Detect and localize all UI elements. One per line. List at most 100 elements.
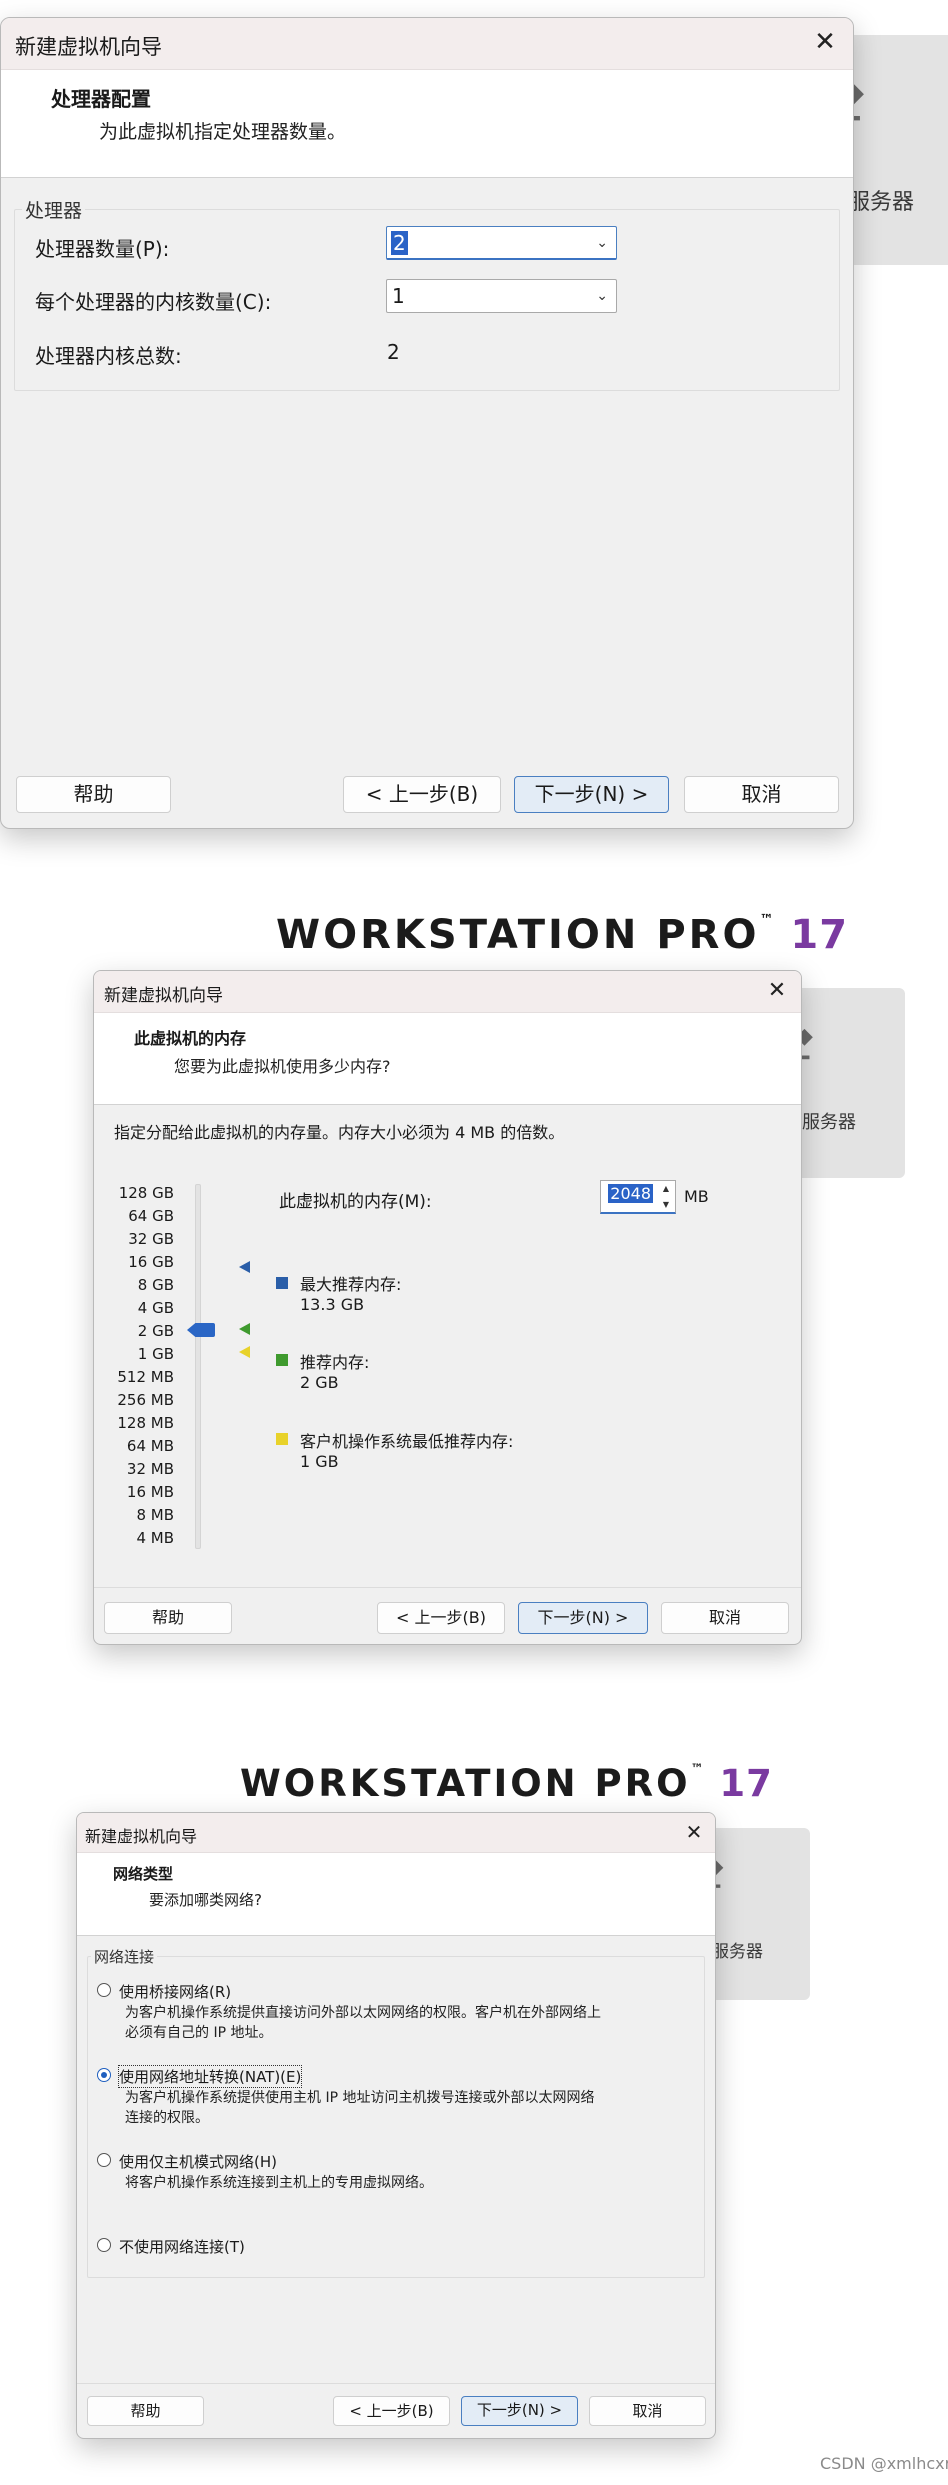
header-area: 网络类型 要添加哪类网络? (77, 1853, 715, 1936)
scale-label: 256 MB (117, 1391, 174, 1409)
min-recommended-marker (239, 1346, 250, 1358)
header-area: 此虚拟机的内存 您要为此虚拟机使用多少内存? (94, 1013, 801, 1105)
close-icon[interactable]: ✕ (809, 26, 841, 58)
chevron-down-icon: ⌄ (596, 288, 608, 304)
scale-label: 1 GB (137, 1345, 174, 1363)
window-title: 新建虚拟机向导 (85, 1827, 198, 1846)
bridged-radio[interactable] (97, 1983, 111, 1997)
max-recommended-swatch (276, 1277, 288, 1289)
max-recommended-label: 最大推荐内存: (300, 1275, 402, 1294)
cores-label: 每个处理器的内核数量(C): (35, 290, 272, 314)
scale-label: 8 MB (136, 1506, 174, 1524)
wizard-dialog-memory: 新建虚拟机向导 ✕ 此虚拟机的内存 您要为此虚拟机使用多少内存? 指定分配给此虚… (93, 970, 802, 1645)
memory-unit: MB (684, 1187, 709, 1206)
csdn-watermark: CSDN @xmlhcxr (820, 2454, 948, 2473)
recommended-label: 推荐内存: (300, 1353, 370, 1372)
spin-up-icon[interactable]: ▲ (657, 1181, 675, 1196)
back-button[interactable]: < 上一步(B) (343, 776, 501, 813)
no-network-label[interactable]: 不使用网络连接(T) (119, 2236, 245, 2257)
total-cores-value: 2 (387, 340, 400, 364)
bg-server-panel-1 (838, 35, 948, 265)
recommended-swatch (276, 1354, 288, 1366)
bg-server-panel-2 (792, 988, 905, 1178)
scale-label: 32 GB (128, 1230, 174, 1248)
title-bar[interactable]: 新建虚拟机向导 ✕ (77, 1813, 715, 1853)
min-recommended-value: 1 GB (300, 1452, 339, 1471)
help-button[interactable]: 帮助 (87, 2396, 204, 2426)
header-area: 处理器配置 为此虚拟机指定处理器数量。 (1, 70, 853, 178)
page-title: 处理器配置 (51, 87, 151, 111)
no-network-radio[interactable] (97, 2238, 111, 2252)
next-button[interactable]: 下一步(N) > (518, 1602, 648, 1634)
wizard-dialog-network: 新建虚拟机向导 ✕ 网络类型 要添加哪类网络? 网络连接 使用桥接网络(R) 为… (76, 1812, 716, 2439)
close-icon[interactable]: ✕ (681, 1819, 707, 1845)
help-button[interactable]: 帮助 (104, 1602, 232, 1634)
cores-select[interactable]: 1 ⌄ (386, 279, 617, 313)
page-title: 网络类型 (113, 1865, 174, 1883)
scale-label: 16 GB (128, 1253, 174, 1271)
processor-group-label: 处理器 (22, 196, 86, 223)
processor-count-value: 2 (391, 230, 408, 255)
page-title: 此虚拟机的内存 (134, 1029, 247, 1048)
memory-value: 2048 (608, 1184, 653, 1203)
close-icon[interactable]: ✕ (763, 977, 791, 1005)
nat-description-line1: 为客户机操作系统提供使用主机 IP 地址访问主机拨号连接或外部以太网网络 (125, 2090, 595, 2106)
wizard-dialog-processor: 新建虚拟机向导 ✕ 处理器配置 为此虚拟机指定处理器数量。 处理器 处理器数量(… (0, 17, 854, 829)
cancel-button[interactable]: 取消 (684, 776, 839, 813)
window-title: 新建虚拟机向导 (104, 986, 223, 1006)
back-button[interactable]: < 上一步(B) (377, 1602, 505, 1634)
scale-label: 512 MB (117, 1368, 174, 1386)
scale-label: 2 GB (137, 1322, 174, 1340)
memory-label: 此虚拟机的内存(M): (279, 1192, 432, 1212)
recommended-value: 2 GB (300, 1373, 339, 1392)
window-title: 新建虚拟机向导 (15, 35, 162, 59)
min-recommended-label: 客户机操作系统最低推荐内存: (300, 1432, 514, 1451)
page-subtitle: 要添加哪类网络? (149, 1891, 262, 1909)
spin-down-icon[interactable]: ▼ (657, 1197, 675, 1212)
chevron-down-icon: ⌄ (596, 234, 608, 251)
title-bar[interactable]: 新建虚拟机向导 ✕ (94, 971, 801, 1013)
processor-count-select[interactable]: 2 ⌄ (386, 226, 617, 260)
memory-spinner[interactable]: 2048 ▲ ▼ (600, 1180, 676, 1214)
bridged-description-line1: 为客户机操作系统提供直接访问外部以太网网络的权限。客户机在外部网络上 (125, 2005, 601, 2021)
scale-label: 32 MB (126, 1460, 174, 1478)
footer-divider (77, 2383, 715, 2384)
cancel-button[interactable]: 取消 (589, 2396, 706, 2426)
scale-label: 128 GB (118, 1184, 174, 1202)
scale-label: 4 GB (137, 1299, 174, 1317)
hostonly-radio[interactable] (97, 2153, 111, 2167)
nat-radio[interactable] (97, 2068, 111, 2082)
title-bar[interactable]: 新建虚拟机向导 ✕ (1, 18, 853, 70)
memory-slider-track[interactable] (195, 1184, 201, 1549)
product-brand-2: WORKSTATION PRO™ 17 (240, 1762, 773, 1805)
page-subtitle: 为此虚拟机指定处理器数量。 (99, 121, 347, 143)
nat-label[interactable]: 使用网络地址转换(NAT)(E) (117, 2065, 303, 2088)
hostonly-label[interactable]: 使用仅主机模式网络(H) (119, 2151, 277, 2172)
page-subtitle: 您要为此虚拟机使用多少内存? (174, 1057, 391, 1076)
cores-value: 1 (392, 284, 405, 308)
scale-label: 16 MB (126, 1483, 174, 1501)
recommended-marker (239, 1323, 250, 1335)
back-button[interactable]: < 上一步(B) (333, 2396, 450, 2426)
min-recommended-swatch (276, 1433, 288, 1445)
bridged-label[interactable]: 使用桥接网络(R) (119, 1981, 231, 2002)
scale-label: 64 MB (126, 1437, 174, 1455)
bg-server-label-2: 服务器 (802, 1112, 856, 1133)
footer-divider (94, 1587, 801, 1588)
scale-label: 8 GB (137, 1276, 174, 1294)
total-cores-label: 处理器内核总数: (35, 344, 182, 368)
memory-slider-thumb[interactable] (187, 1323, 215, 1337)
next-button[interactable]: 下一步(N) > (514, 776, 669, 813)
bg-server-label-3: 服务器 (712, 1942, 763, 1962)
bg-server-label-1: 服务器 (848, 190, 915, 215)
memory-instruction: 指定分配给此虚拟机的内存量。内存大小必须为 4 MB 的倍数。 (114, 1123, 565, 1142)
product-brand-1: WORKSTATION PRO™ 17 (276, 912, 849, 958)
scale-label: 64 GB (128, 1207, 174, 1225)
network-group-label: 网络连接 (91, 1946, 158, 1967)
nat-description-line2: 连接的权限。 (125, 2110, 209, 2126)
next-button[interactable]: 下一步(N) > (461, 2396, 578, 2426)
cancel-button[interactable]: 取消 (661, 1602, 789, 1634)
scale-label: 4 MB (136, 1529, 174, 1547)
help-button[interactable]: 帮助 (16, 776, 171, 813)
processor-count-label: 处理器数量(P): (35, 237, 170, 261)
